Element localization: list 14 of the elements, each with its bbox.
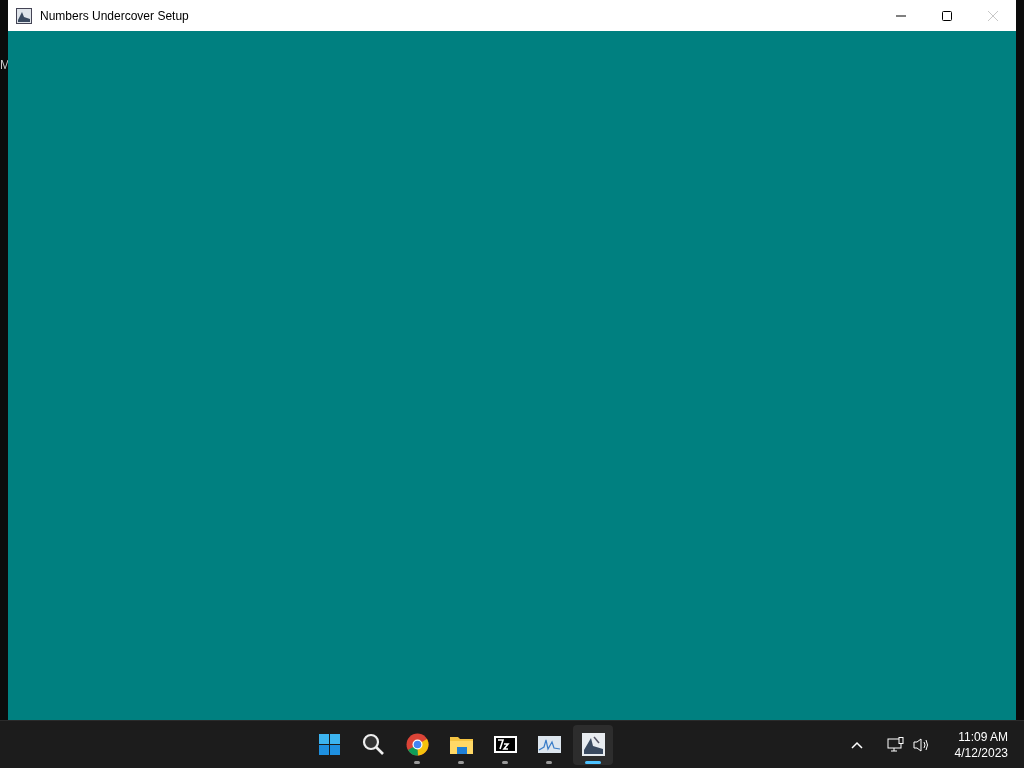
network-icon[interactable] <box>886 736 905 753</box>
installer-icon <box>580 732 606 757</box>
clock-date[interactable]: 4/12/2023 <box>954 744 1008 761</box>
speaker-icon[interactable] <box>912 736 931 753</box>
browser-icon <box>404 732 430 757</box>
close-icon <box>988 11 998 22</box>
window-title: Numbers Undercover Setup <box>40 7 190 25</box>
search-icon <box>360 732 386 757</box>
clock-time[interactable]: 11:09 AM <box>954 728 1008 745</box>
app-icon <box>16 7 32 24</box>
maximize-icon <box>942 11 952 22</box>
chevron-up-icon[interactable] <box>850 740 863 749</box>
taskbar-button[interactable] <box>573 724 614 765</box>
windows-logo-icon <box>316 732 342 757</box>
